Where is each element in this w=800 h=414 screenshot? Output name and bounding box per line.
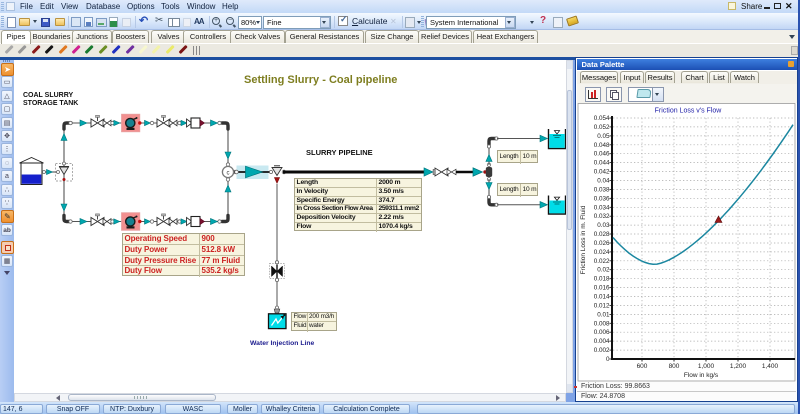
svg-text:0.02: 0.02 [597,267,610,274]
svg-text:0.03: 0.03 [597,222,610,229]
svg-text:0.048: 0.048 [594,142,610,149]
svg-text:0.044: 0.044 [594,160,610,167]
svg-text:0.006: 0.006 [594,329,610,336]
svg-text:0: 0 [606,356,610,363]
svg-text:0.004: 0.004 [594,338,610,345]
svg-text:1,400: 1,400 [762,363,779,370]
svg-text:0.052: 0.052 [594,124,610,131]
svg-text:0.054: 0.054 [594,115,610,122]
svg-text:0.016: 0.016 [594,285,610,292]
svg-text:0.038: 0.038 [594,186,610,193]
svg-text:0.036: 0.036 [594,195,610,202]
svg-text:Friction Loss in m. Fluid: Friction Loss in m. Fluid [580,205,587,274]
svg-text:0.008: 0.008 [594,320,610,327]
svg-text:600: 600 [637,363,648,370]
svg-text:0.012: 0.012 [594,302,610,309]
svg-text:0.01: 0.01 [597,311,610,318]
svg-text:1,200: 1,200 [730,363,747,370]
svg-text:0.034: 0.034 [594,204,610,211]
svg-text:0.032: 0.032 [594,213,610,220]
svg-text:0.042: 0.042 [594,169,610,176]
svg-text:1,000: 1,000 [698,363,715,370]
svg-text:0.046: 0.046 [594,151,610,158]
svg-text:c: c [227,171,230,177]
svg-text:0.018: 0.018 [594,276,610,283]
svg-text:0.002: 0.002 [594,347,610,354]
svg-text:0.05: 0.05 [597,133,610,140]
svg-text:0.028: 0.028 [594,231,610,238]
svg-text:0.014: 0.014 [594,294,610,301]
svg-text:0.022: 0.022 [594,258,610,265]
svg-text:0.026: 0.026 [594,240,610,247]
svg-text:Friction Loss v's Flow: Friction Loss v's Flow [655,108,723,115]
svg-text:Flow in kg/s: Flow in kg/s [684,372,719,379]
svg-text:0.024: 0.024 [594,249,610,256]
svg-text:0.04: 0.04 [597,178,610,185]
svg-text:800: 800 [669,363,680,370]
